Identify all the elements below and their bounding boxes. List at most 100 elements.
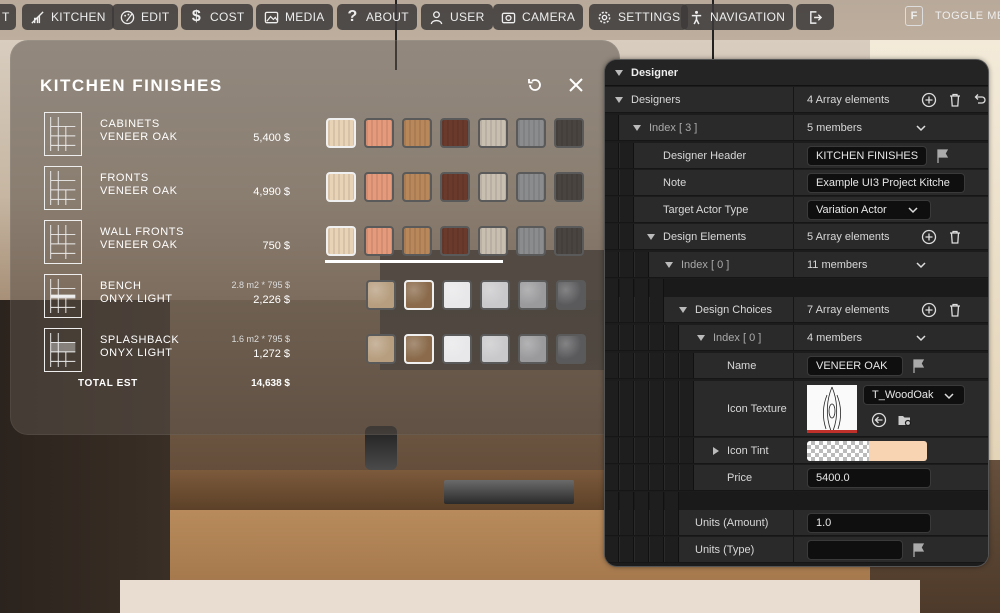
material-swatch[interactable] [478, 118, 508, 148]
index0-row: Index [ 0 ] 11 members [605, 252, 988, 278]
units-type-input[interactable] [807, 540, 903, 560]
index0-choice-row: Index [ 0 ] 4 members [605, 325, 988, 351]
row-label: Design Elements [663, 231, 747, 243]
toolbar-button-cost[interactable]: $ COST [181, 4, 253, 30]
expand-triangle-icon[interactable] [647, 234, 655, 240]
material-swatch[interactable] [554, 172, 584, 202]
trash-icon[interactable] [947, 229, 963, 245]
add-icon[interactable] [921, 229, 937, 245]
icon-texture-row: Icon Texture T_WoodOak [605, 381, 988, 437]
design-elements-row: Design Elements 5 Array elements [605, 224, 988, 250]
toggle-key-badge[interactable]: F [905, 6, 923, 26]
material-swatch[interactable] [478, 172, 508, 202]
flag-icon[interactable] [911, 358, 927, 374]
toolbar-label: NAVIGATION [710, 10, 786, 24]
finish-name: SPLASHBACK ONYX LIGHT [100, 334, 180, 359]
toolbar-button-edit[interactable]: EDIT [112, 4, 178, 30]
chevron-down-icon[interactable] [915, 332, 927, 344]
flag-icon[interactable] [911, 542, 927, 558]
reset-icon[interactable] [526, 76, 544, 94]
add-icon[interactable] [921, 92, 937, 108]
user-icon [430, 10, 443, 24]
toolbar-button-partial[interactable]: T [0, 4, 16, 30]
chevron-down-icon[interactable] [943, 390, 955, 402]
material-swatch[interactable] [326, 118, 356, 148]
designer-title: Designer [631, 67, 679, 79]
flag-icon[interactable] [935, 148, 951, 164]
toolbar-button-navigation[interactable]: NAVIGATION [681, 4, 794, 30]
question-icon: ? [347, 8, 358, 25]
exit-button[interactable] [796, 4, 834, 30]
material-swatch[interactable] [404, 334, 434, 364]
material-swatch[interactable] [440, 118, 470, 148]
material-swatch[interactable] [480, 280, 510, 310]
material-swatch[interactable] [364, 118, 394, 148]
material-swatch[interactable] [516, 172, 546, 202]
units-type-row: Units (Type) [605, 537, 988, 563]
designer-header-input[interactable]: KITCHEN FINISHES [807, 146, 927, 166]
material-swatch[interactable] [556, 280, 586, 310]
material-swatch[interactable] [366, 334, 396, 364]
chevron-down-icon[interactable] [915, 259, 927, 271]
name-input[interactable]: VENEER OAK [807, 356, 903, 376]
row-value: 4 Array elements [807, 94, 890, 106]
chevron-down-icon[interactable] [907, 204, 919, 216]
expand-triangle-icon[interactable] [665, 262, 673, 268]
material-swatch[interactable] [364, 172, 394, 202]
material-swatch[interactable] [478, 226, 508, 256]
undo-icon[interactable] [971, 92, 987, 108]
material-swatch[interactable] [366, 280, 396, 310]
palette-icon [120, 10, 135, 24]
material-swatch[interactable] [480, 334, 510, 364]
trash-icon[interactable] [947, 92, 963, 108]
add-icon[interactable] [921, 302, 937, 318]
expand-triangle-icon[interactable] [713, 447, 719, 455]
toolbar-button-about[interactable]: ? ABOUT [337, 4, 417, 30]
expand-triangle-icon[interactable] [697, 335, 705, 341]
material-swatch[interactable] [516, 118, 546, 148]
finish-qty: 1.6 m2 * 795 $ [231, 334, 290, 344]
price-input[interactable]: 5400.0 [807, 468, 931, 488]
material-swatch[interactable] [402, 172, 432, 202]
material-swatch[interactable] [440, 172, 470, 202]
material-swatch[interactable] [440, 226, 470, 256]
image-icon [264, 11, 279, 23]
material-swatch[interactable] [402, 118, 432, 148]
kitchen-island [120, 580, 920, 613]
toolbar-label: USER [450, 10, 485, 24]
material-swatch[interactable] [442, 334, 472, 364]
material-swatch[interactable] [556, 334, 586, 364]
toolbar-button-camera[interactable]: CAMERA [493, 4, 584, 30]
icon-tint-color-swatch[interactable] [807, 441, 927, 461]
close-icon[interactable] [566, 75, 586, 95]
material-swatch[interactable] [326, 172, 356, 202]
collapse-triangle-icon[interactable] [615, 70, 623, 76]
designer-header[interactable]: Designer [605, 60, 988, 86]
trash-icon[interactable] [947, 302, 963, 318]
material-swatch[interactable] [518, 334, 548, 364]
expand-triangle-icon[interactable] [679, 307, 687, 313]
toolbar-button-user[interactable]: USER [421, 4, 493, 30]
note-input[interactable]: Example UI3 Project Kitche [807, 173, 965, 193]
toolbar-button-settings[interactable]: SETTINGS [589, 4, 689, 30]
material-swatch[interactable] [404, 280, 434, 310]
expand-triangle-icon[interactable] [633, 125, 641, 131]
material-swatch[interactable] [554, 226, 584, 256]
chevron-down-icon[interactable] [915, 122, 927, 134]
material-swatch[interactable] [402, 226, 432, 256]
material-swatch[interactable] [516, 226, 546, 256]
material-swatch[interactable] [364, 226, 394, 256]
price-row: Price 5400.0 [605, 465, 988, 491]
units-amount-input[interactable]: 1.0 [807, 513, 931, 533]
expand-triangle-icon[interactable] [615, 97, 623, 103]
wood-texture-thumbnail[interactable] [807, 385, 857, 433]
browse-folder-icon[interactable] [897, 412, 913, 428]
material-swatch[interactable] [442, 280, 472, 310]
units-amount-row: Units (Amount) 1.0 [605, 510, 988, 536]
material-swatch[interactable] [518, 280, 548, 310]
use-selected-arrow-icon[interactable] [871, 412, 887, 428]
material-swatch[interactable] [326, 226, 356, 256]
toolbar-button-media[interactable]: MEDIA [256, 4, 333, 30]
material-swatch[interactable] [554, 118, 584, 148]
toolbar-button-kitchen[interactable]: KITCHEN [22, 4, 114, 30]
